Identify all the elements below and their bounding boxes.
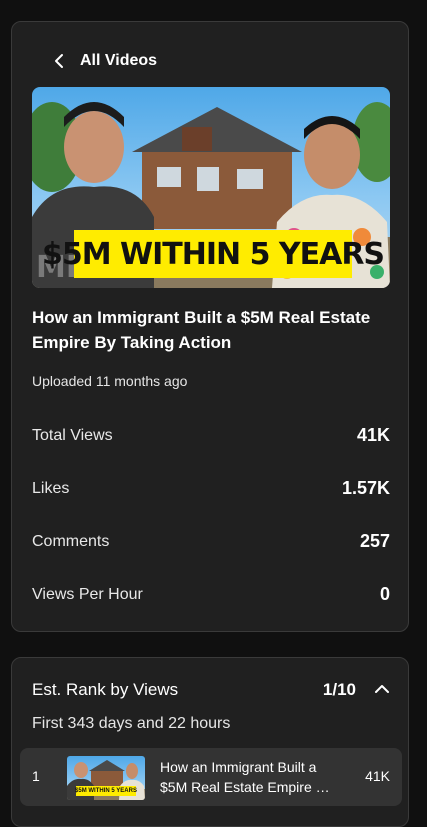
rank-item-views: 41K: [365, 768, 390, 784]
stat-label: Likes: [32, 479, 70, 497]
rank-list-item[interactable]: 1 $5M WITHIN 5 YEARS How an Immigrant Bu…: [20, 748, 402, 806]
stat-row-views-per-hour: Views Per Hour 0: [32, 584, 390, 605]
thumbnail-banner-text: $5M WITHIN 5 YEARS: [42, 230, 385, 278]
stat-row-comments: Comments 257: [32, 531, 390, 552]
upload-date: Uploaded 11 months ago: [32, 373, 188, 389]
stat-value: 257: [359, 531, 390, 551]
back-button-label: All Videos: [80, 52, 158, 69]
chevron-left-icon: [54, 53, 64, 69]
video-detail-card: All Videos MI $5M WITHIN 5 YEARS How an …: [11, 21, 409, 632]
mini-thumbnail-banner: $5M WITHIN 5 YEARS: [75, 786, 137, 796]
rank-title: Est. Rank by Views: [32, 680, 179, 699]
stat-label: Comments: [32, 532, 110, 550]
video-title: How an Immigrant Built a $5M Real Estate…: [32, 308, 371, 352]
rank-item-title: How an Immigrant Built a $5M Real Estate…: [160, 759, 332, 795]
stat-value: 1.57K: [341, 478, 390, 498]
back-to-all-videos-button[interactable]: All Videos: [54, 52, 157, 70]
rank-subtitle: First 343 days and 22 hours: [32, 715, 231, 732]
stat-label: Total Views: [32, 426, 113, 444]
rank-item-thumbnail: $5M WITHIN 5 YEARS: [67, 756, 145, 800]
stat-value: 41K: [356, 425, 390, 445]
stat-row-total-views: Total Views 41K: [32, 425, 390, 446]
video-thumbnail[interactable]: MI $5M WITHIN 5 YEARS: [32, 87, 390, 288]
stat-row-likes: Likes 1.57K: [32, 478, 390, 499]
rank-header[interactable]: Est. Rank by Views 1/10: [32, 680, 390, 700]
rank-card: Est. Rank by Views 1/10 First 343 days a…: [11, 657, 409, 827]
stat-label: Views Per Hour: [32, 585, 143, 603]
chevron-up-icon[interactable]: [374, 681, 390, 699]
stat-value: 0: [379, 584, 390, 604]
rank-position: 1/10: [322, 680, 356, 699]
rank-number: 1: [32, 768, 40, 784]
